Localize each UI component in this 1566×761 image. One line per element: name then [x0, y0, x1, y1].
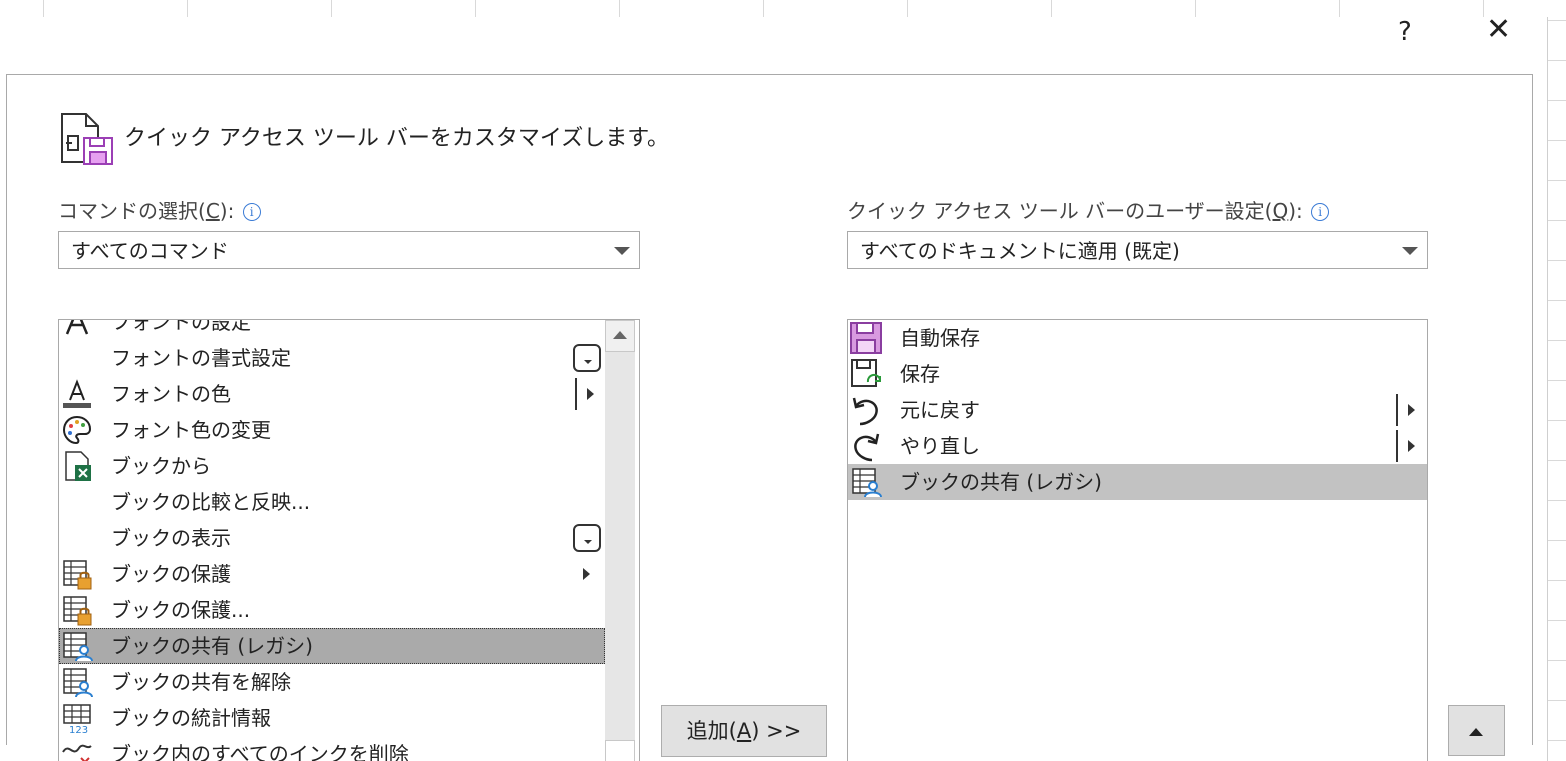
workbook-share-icon: [63, 632, 93, 662]
list-item[interactable]: 自動保存: [848, 320, 1427, 356]
dropdown-glyph-icon: [573, 344, 601, 372]
label-text-suffix: ):: [219, 199, 235, 223]
list-item[interactable]: 元に戻す: [848, 392, 1427, 428]
list-item-label: ブックから: [111, 454, 211, 478]
submenu-arrow-icon: [587, 388, 594, 400]
list-item[interactable]: ブックの表示: [59, 520, 605, 556]
list-item-label: ブックの保護...: [111, 598, 251, 622]
list-item-label: 元に戻す: [900, 398, 980, 422]
list-item-label: ブックの保護: [111, 562, 231, 586]
select-value: すべてのコマンド: [71, 239, 229, 263]
list-item[interactable]: フォントの色: [59, 376, 605, 412]
list-item[interactable]: ブックから: [59, 448, 605, 484]
dropdown-glyph-icon: [573, 524, 601, 552]
ink-delete-icon: [62, 744, 92, 761]
list-scrollbar[interactable]: [605, 320, 635, 761]
label-text: コマンドの選択(: [58, 199, 206, 223]
split-bar: [1396, 394, 1398, 426]
qat-scope-select[interactable]: すべてのドキュメントに適用 (既定): [847, 231, 1428, 269]
qat-customize-icon: [61, 113, 113, 165]
command-source-select[interactable]: すべてのコマンド: [58, 231, 640, 269]
list-item-label: フォントの書式設定: [111, 346, 291, 370]
add-button[interactable]: 追加(A) >>: [661, 705, 827, 757]
qat-commands-list[interactable]: 自動保存 保存 元に戻す やり直し ブックの共有 (レガシ): [847, 319, 1428, 761]
list-item-label: フォント色の変更: [111, 418, 271, 442]
autosave-icon: [850, 322, 882, 354]
font-color-icon: [63, 379, 91, 408]
list-item-label: ブック内のすべてのインクを削除: [111, 742, 409, 761]
list-item[interactable]: やり直し: [848, 428, 1427, 464]
label-text: クイック アクセス ツール バーのユーザー設定(: [847, 199, 1273, 223]
list-item-selected[interactable]: ブックの共有 (レガシ): [59, 628, 605, 664]
label-text-suffix: ):: [1288, 199, 1303, 223]
list-item[interactable]: フォントの書式設定: [59, 340, 605, 376]
list-item-label: ブックの共有 (レガシ): [111, 634, 313, 658]
info-icon[interactable]: i: [1311, 203, 1330, 221]
list-item-label: 保存: [900, 362, 940, 386]
workbook-share-icon: [852, 468, 882, 498]
list-item-label: フォントの色: [111, 382, 231, 406]
list-item-label: やり直し: [900, 434, 980, 458]
excel-file-icon: [65, 451, 91, 481]
close-button[interactable]: ✕: [1486, 12, 1511, 47]
page-title: クイック アクセス ツール バーをカスタマイズします。: [124, 126, 670, 151]
move-up-button[interactable]: [1448, 705, 1505, 756]
redo-icon: [854, 433, 880, 462]
svg-text:123: 123: [69, 725, 88, 734]
palette-icon: [62, 415, 92, 445]
select-value: すべてのドキュメントに適用 (既定): [860, 239, 1180, 263]
split-bar: [1396, 430, 1398, 462]
list-item-label: ブックの共有 (レガシ): [900, 470, 1102, 494]
list-item[interactable]: ブックの保護: [59, 556, 605, 592]
list-item[interactable]: ブックの保護...: [59, 592, 605, 628]
list-item[interactable]: ブック内のすべてのインクを削除: [59, 736, 605, 761]
split-bar: [575, 378, 577, 410]
font-a-icon: [65, 320, 89, 335]
list-item-label: ブックの統計情報: [111, 706, 271, 730]
chevron-down-icon: [1402, 247, 1418, 255]
command-source-label: コマンドの選択(C): i: [58, 195, 261, 224]
button-text: 追加(: [686, 719, 737, 743]
list-item-selected[interactable]: ブックの共有 (レガシ): [848, 464, 1427, 500]
list-item[interactable]: ブックの共有を解除: [59, 664, 605, 700]
save-icon: [851, 359, 881, 387]
workbook-share-icon: [63, 668, 93, 698]
label-accesskey: C: [205, 199, 220, 223]
chevron-down-icon: [614, 247, 630, 255]
qat-scope-label: クイック アクセス ツール バーのユーザー設定(Q): i: [847, 195, 1330, 224]
scroll-thumb[interactable]: [605, 740, 635, 761]
undo-icon: [852, 397, 878, 426]
list-item[interactable]: フォント色の変更: [59, 412, 605, 448]
list-item-label: ブックの比較と反映...: [111, 490, 311, 514]
info-icon[interactable]: i: [242, 203, 261, 221]
workbook-lock-icon: [63, 596, 92, 626]
list-item-label: 自動保存: [900, 326, 980, 350]
scroll-up-button[interactable]: [605, 320, 635, 352]
label-accesskey: Q: [1272, 199, 1289, 223]
list-item-label: ブックの表示: [111, 526, 231, 550]
workbook-lock-icon: [63, 560, 92, 590]
list-item-label: フォントの設定: [111, 319, 251, 334]
list-item-label: ブックの共有を解除: [111, 670, 291, 694]
list-item[interactable]: ブックの比較と反映...: [59, 484, 605, 520]
list-item[interactable]: フォントの設定: [59, 319, 605, 340]
button-accesskey: A: [736, 719, 752, 743]
submenu-arrow-icon: [1408, 404, 1415, 416]
list-item[interactable]: 保存: [848, 356, 1427, 392]
available-commands-list[interactable]: フォントの設定 フォントの書式設定 フォントの色 フォント色の変更 ブックから …: [58, 319, 640, 761]
workbook-stats-icon: 123: [63, 704, 91, 734]
help-button[interactable]: ?: [1398, 17, 1412, 47]
submenu-arrow-icon: [583, 568, 590, 580]
submenu-arrow-icon: [1408, 440, 1415, 452]
list-item[interactable]: 123 ブックの統計情報: [59, 700, 605, 736]
button-text-suffix: ) >>: [751, 719, 802, 743]
